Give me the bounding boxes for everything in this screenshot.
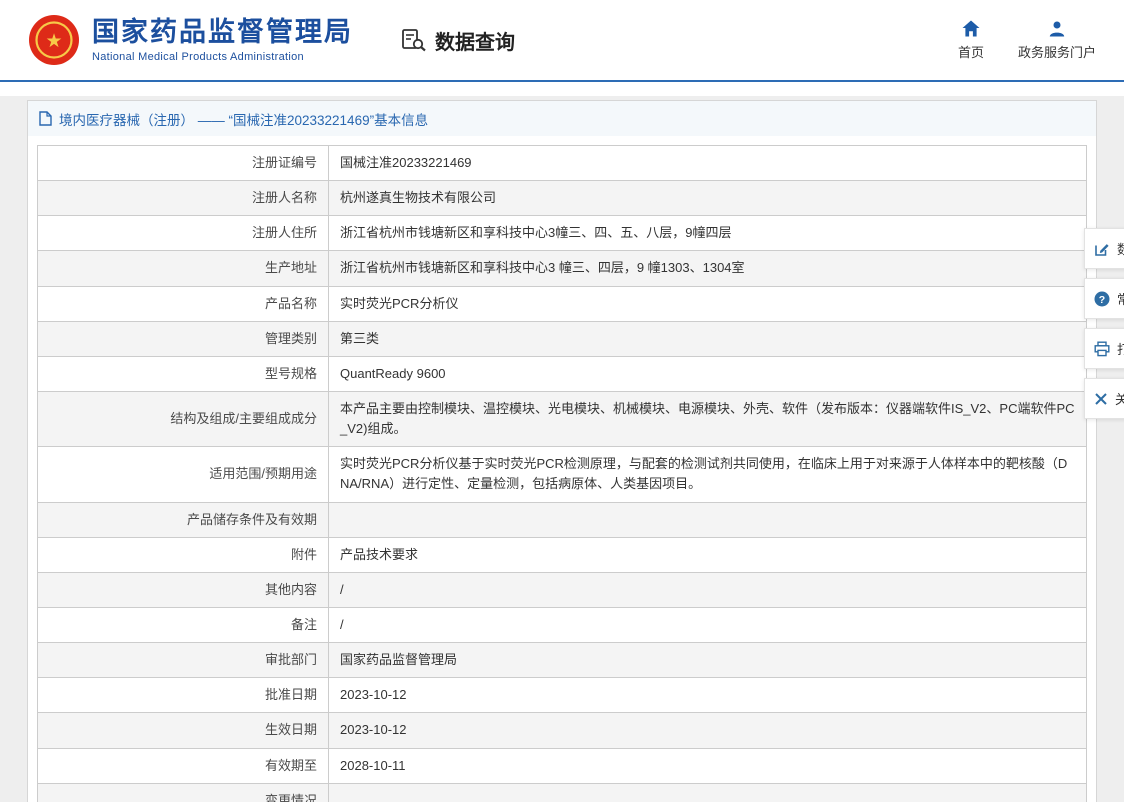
row-label: 其他内容 xyxy=(38,572,329,607)
table-row: 注册人名称杭州遂真生物技术有限公司 xyxy=(38,181,1087,216)
panel-item-label: 打 xyxy=(1117,339,1124,358)
registration-info-table: 注册证编号国械注准20233221469 注册人名称杭州遂真生物技术有限公司 注… xyxy=(37,145,1087,802)
table-row: 注册人住所浙江省杭州市钱塘新区和享科技中心3幢三、四、五、八层，9幢四层 xyxy=(38,216,1087,251)
page-header: ★ 国家药品监督管理局 National Medical Products Ad… xyxy=(0,0,1124,80)
data-query-label: 数据查询 xyxy=(435,26,515,55)
table-row: 产品名称实时荧光PCR分析仪 xyxy=(38,286,1087,321)
table-row: 适用范围/预期用途实时荧光PCR分析仪基于实时荧光PCR检测原理，与配套的检测试… xyxy=(38,447,1087,502)
row-label: 备注 xyxy=(38,607,329,642)
row-label: 有效期至 xyxy=(38,748,329,783)
row-label: 附件 xyxy=(38,537,329,572)
user-icon xyxy=(1047,19,1067,39)
close-icon xyxy=(1094,392,1108,406)
row-value: 2028-10-11 xyxy=(329,748,1087,783)
nav-portal[interactable]: 政务服务门户 xyxy=(1018,19,1096,61)
row-value: 本产品主要由控制模块、温控模块、光电模块、机械模块、电源模块、外壳、软件（发布版… xyxy=(329,391,1087,446)
row-value: 杭州遂真生物技术有限公司 xyxy=(329,181,1087,216)
row-value: 产品技术要求 xyxy=(329,537,1087,572)
table-row: 结构及组成/主要组成成分本产品主要由控制模块、温控模块、光电模块、机械模块、电源… xyxy=(38,391,1087,446)
row-label: 注册证编号 xyxy=(38,146,329,181)
data-query-title: 数据查询 xyxy=(401,26,515,55)
table-row: 产品储存条件及有效期 xyxy=(38,502,1087,537)
row-label: 变更情况 xyxy=(38,783,329,802)
row-label: 注册人住所 xyxy=(38,216,329,251)
table-row: 管理类别第三类 xyxy=(38,321,1087,356)
svg-text:★: ★ xyxy=(45,31,62,52)
edit-icon xyxy=(1094,241,1110,257)
nav-home[interactable]: 首页 xyxy=(958,19,984,61)
row-label: 生产地址 xyxy=(38,251,329,286)
org-names: 国家药品监督管理局 National Medical Products Admi… xyxy=(92,17,353,62)
table-row: 变更情况 xyxy=(38,783,1087,802)
row-label: 型号规格 xyxy=(38,356,329,391)
panel-item-label: 关 xyxy=(1115,389,1124,408)
panel-item-print[interactable]: 打 xyxy=(1084,328,1124,369)
org-name-en: National Medical Products Administration xyxy=(92,51,353,63)
header-divider xyxy=(0,80,1124,82)
nav-portal-label: 政务服务门户 xyxy=(1018,42,1096,61)
row-label: 管理类别 xyxy=(38,321,329,356)
table-row: 注册证编号国械注准20233221469 xyxy=(38,146,1087,181)
row-value: 国家药品监督管理局 xyxy=(329,643,1087,678)
panel-item-feedback[interactable]: 数 xyxy=(1084,228,1124,269)
row-label: 生效日期 xyxy=(38,713,329,748)
row-label: 结构及组成/主要组成成分 xyxy=(38,391,329,446)
row-value: 第三类 xyxy=(329,321,1087,356)
top-nav: 首页 政务服务门户 xyxy=(958,19,1096,61)
panel-item-label: 数 xyxy=(1117,239,1124,258)
panel-item-faq[interactable]: ? 常 xyxy=(1084,278,1124,319)
table-row: 生产地址浙江省杭州市钱塘新区和享科技中心3 幢三、四层，9 幢1303、1304… xyxy=(38,251,1087,286)
main-area: 境内医疗器械（注册） —— “国械注准20233221469”基本信息 注册证编… xyxy=(0,96,1124,802)
row-value: 浙江省杭州市钱塘新区和享科技中心3 幢三、四层，9 幢1303、1304室 xyxy=(329,251,1087,286)
row-label: 注册人名称 xyxy=(38,181,329,216)
document-icon xyxy=(39,111,52,126)
table-row: 附件产品技术要求 xyxy=(38,537,1087,572)
row-value: QuantReady 9600 xyxy=(329,356,1087,391)
breadcrumb-text: 境内医疗器械（注册） —— “国械注准20233221469”基本信息 xyxy=(59,109,428,129)
row-value: 浙江省杭州市钱塘新区和享科技中心3幢三、四、五、八层，9幢四层 xyxy=(329,216,1087,251)
row-value: / xyxy=(329,607,1087,642)
table-row: 有效期至2028-10-11 xyxy=(38,748,1087,783)
table-row: 型号规格QuantReady 9600 xyxy=(38,356,1087,391)
row-label: 审批部门 xyxy=(38,643,329,678)
org-name-cn: 国家药品监督管理局 xyxy=(92,17,353,48)
nmpa-emblem-logo: ★ xyxy=(28,14,80,66)
info-table-wrap: 注册证编号国械注准20233221469 注册人名称杭州遂真生物技术有限公司 注… xyxy=(28,136,1096,802)
home-icon xyxy=(961,19,981,39)
nav-home-label: 首页 xyxy=(958,42,984,61)
table-row: 生效日期2023-10-12 xyxy=(38,713,1087,748)
row-label: 产品名称 xyxy=(38,286,329,321)
svg-text:?: ? xyxy=(1099,293,1105,305)
question-icon: ? xyxy=(1094,291,1110,307)
row-label: 适用范围/预期用途 xyxy=(38,447,329,502)
table-row: 批准日期2023-10-12 xyxy=(38,678,1087,713)
table-row: 备注/ xyxy=(38,607,1087,642)
row-value: / xyxy=(329,572,1087,607)
table-row: 其他内容/ xyxy=(38,572,1087,607)
floating-tool-panel: 数 ? 常 打 关 xyxy=(1084,228,1124,419)
row-value: 2023-10-12 xyxy=(329,713,1087,748)
content-box: 境内医疗器械（注册） —— “国械注准20233221469”基本信息 注册证编… xyxy=(27,100,1097,802)
data-query-icon xyxy=(401,28,428,53)
row-value: 实时荧光PCR分析仪基于实时荧光PCR检测原理，与配套的检测试剂共同使用，在临床… xyxy=(329,447,1087,502)
print-icon xyxy=(1094,341,1110,357)
row-label: 批准日期 xyxy=(38,678,329,713)
row-value: 2023-10-12 xyxy=(329,678,1087,713)
breadcrumb: 境内医疗器械（注册） —— “国械注准20233221469”基本信息 xyxy=(28,101,1096,136)
row-label: 产品储存条件及有效期 xyxy=(38,502,329,537)
table-row: 审批部门国家药品监督管理局 xyxy=(38,643,1087,678)
row-value: 实时荧光PCR分析仪 xyxy=(329,286,1087,321)
row-value xyxy=(329,502,1087,537)
panel-item-close[interactable]: 关 xyxy=(1084,378,1124,419)
row-value: 国械注准20233221469 xyxy=(329,146,1087,181)
row-value xyxy=(329,783,1087,802)
panel-item-label: 常 xyxy=(1117,289,1124,308)
